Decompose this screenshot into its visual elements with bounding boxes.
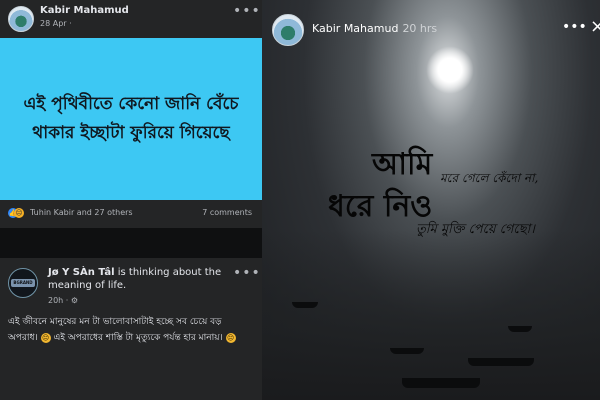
story-text-line1-small: মরে গেলে কেঁদো না, — [440, 171, 539, 185]
story-viewer: Kabir Mahamud 20 hrs ••• × আমি মরে গেলে ক… — [262, 0, 600, 400]
post-card-2: BGRAND Jø Y SÀn Tâl is thinking about th… — [0, 258, 262, 400]
boat — [292, 302, 318, 308]
water-haze — [262, 230, 600, 400]
story-author-name[interactable]: Kabir Mahamud — [312, 22, 398, 35]
reaction-count[interactable]: Tuhin Kabir and 27 others — [30, 208, 133, 217]
post-text-part2: এই অপরাধের শাস্তি টা মৃত্যুকে পর্যন্ত হা… — [53, 333, 223, 343]
pensive-emoji: 😔 — [225, 332, 236, 343]
post-header: Kabir Mahamud 28 Apr · ••• — [0, 0, 262, 38]
story-author[interactable]: Kabir Mahamud 20 hrs — [312, 22, 437, 35]
post-header: Jø Y SÀn Tâl is thinking about the meani… — [48, 266, 248, 292]
sad-reaction-icon: ☹ — [14, 208, 24, 218]
more-icon[interactable]: ••• — [562, 20, 587, 34]
feed-column: Kabir Mahamud 28 Apr · ••• এই পৃথিবীতে ক… — [0, 0, 262, 400]
boat — [402, 378, 480, 388]
more-icon[interactable]: ••• — [233, 4, 261, 18]
post-date[interactable]: 28 Apr · — [40, 19, 72, 28]
avatar[interactable] — [8, 6, 34, 32]
more-icon[interactable]: ••• — [233, 266, 261, 280]
feed-gap — [0, 228, 262, 258]
post-time[interactable]: 20h · ⚙ — [48, 296, 78, 305]
reactions-bar: 👍 ☹ Tuhin Kabir and 27 others 7 comments — [0, 200, 262, 226]
author-name[interactable]: Jø Y SÀn Tâl — [48, 267, 115, 278]
status-banner: এই পৃথিবীতে কেনো জানি বেঁচে থাকার ইচ্ছাট… — [0, 38, 262, 200]
post-card-1: Kabir Mahamud 28 Apr · ••• এই পৃথিবীতে ক… — [0, 0, 262, 228]
story-time: 20 hrs — [402, 22, 438, 35]
close-icon[interactable]: × — [590, 16, 600, 37]
comment-count[interactable]: 7 comments — [202, 208, 252, 217]
boat — [468, 358, 534, 366]
avatar-badge: BGRAND — [11, 279, 35, 287]
status-text: এই পৃথিবীতে কেনো জানি বেঁচে থাকার ইচ্ছাট… — [23, 94, 239, 143]
boat — [390, 348, 424, 354]
post-text: এই জীবনে মানুষের মন টা ভালোবাসাটাই হচ্ছে… — [8, 314, 254, 346]
avatar[interactable]: BGRAND — [8, 268, 38, 298]
avatar[interactable] — [272, 14, 304, 46]
story-text-line2-small: তুমি মুক্তি পেয়ে গেছো। — [416, 222, 535, 237]
boat — [508, 326, 532, 332]
pensive-emoji: 😔 — [40, 332, 51, 343]
author-name[interactable]: Kabir Mahamud — [40, 5, 129, 16]
moon-glow — [426, 46, 474, 94]
